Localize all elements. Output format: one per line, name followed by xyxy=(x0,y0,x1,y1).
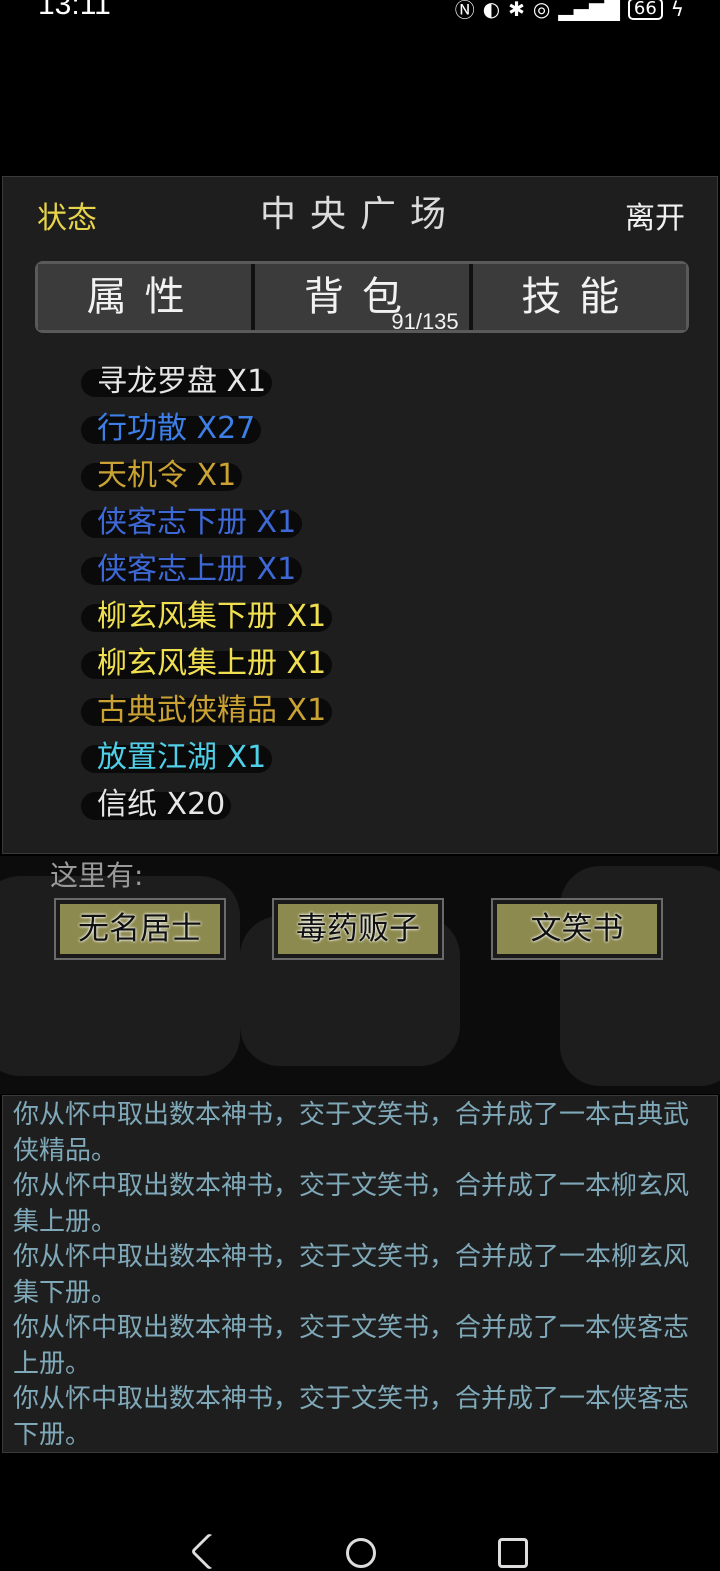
item-label: 天机令 X1 xyxy=(97,458,237,493)
inventory-item[interactable]: 侠客志上册 X1 xyxy=(81,547,326,594)
hotspot-icon: ◎ xyxy=(532,0,551,21)
npc-name: 无名居士 xyxy=(78,911,202,947)
status-bar: 13:11 Ⓝ ◐ ✱ ◎ ▂▄▆█ 66 ϟ xyxy=(0,0,720,24)
nav-bar xyxy=(0,1530,720,1571)
back-icon[interactable] xyxy=(190,1532,229,1571)
item-label: 行功散 X27 xyxy=(97,411,256,446)
log-line: 你从怀中取出数本神书，交于文笑书，合并成了一本古典武侠精品。 xyxy=(13,1100,690,1166)
log-line: 你从怀中取出数本神书，交于文笑书，合并成了一本侠客志上册。 xyxy=(13,1313,690,1379)
tab-label: 属性 xyxy=(86,274,203,320)
signal-icon: ▂▄▆█ xyxy=(558,0,620,21)
item-label: 侠客志上册 X1 xyxy=(97,552,297,587)
tab-attributes[interactable]: 属性 xyxy=(38,264,252,330)
home-icon[interactable] xyxy=(346,1538,376,1568)
inventory-item[interactable]: 古典武侠精品 X1 xyxy=(81,688,332,735)
npc-name: 毒药贩子 xyxy=(296,911,420,947)
npc-button[interactable]: 文笑书 xyxy=(491,898,663,960)
inventory-item[interactable]: 放置江湖 X1 xyxy=(81,735,326,782)
backpack-count: 91/135 xyxy=(391,309,459,334)
main-panel: 状态 中央广场 离开 属性 背包 91/135 技能 寻龙罗盘 X1 行功散 X27… xyxy=(2,176,718,854)
tab-backpack[interactable]: 背包 91/135 xyxy=(251,264,469,334)
item-label: 信纸 X20 xyxy=(97,787,226,822)
item-label: 柳玄风集上册 X1 xyxy=(97,646,327,681)
inventory-item[interactable]: 寻龙罗盘 X1 xyxy=(81,359,326,406)
tab-skills[interactable]: 技能 xyxy=(468,264,686,330)
charging-icon: ϟ xyxy=(670,0,684,21)
item-label: 寻龙罗盘 X1 xyxy=(97,364,267,399)
inventory-item[interactable]: 天机令 X1 xyxy=(81,453,326,500)
inventory-item[interactable]: 侠客志下册 X1 xyxy=(81,500,326,547)
recents-icon[interactable] xyxy=(498,1538,528,1568)
leave-button[interactable]: 离开 xyxy=(625,193,685,237)
tab-bar: 属性 背包 91/135 技能 xyxy=(35,261,689,334)
status-icons: Ⓝ ◐ ✱ ◎ ▂▄▆█ 66 ϟ xyxy=(455,0,684,23)
location-title: 中央广场 xyxy=(259,194,460,235)
npc-button[interactable]: 无名居士 xyxy=(54,898,226,960)
log-line: 你从怀中取出数本神书，交于文笑书，合并成了一本柳玄风集上册。 xyxy=(13,1171,690,1237)
npc-name: 文笑书 xyxy=(530,911,624,947)
item-label: 柳玄风集下册 X1 xyxy=(97,599,327,634)
nfc-icon: Ⓝ xyxy=(454,0,475,22)
inventory-item[interactable]: 柳玄风集下册 X1 xyxy=(81,594,332,641)
npc-area: 这里有: 无名居士 毒药贩子 文笑书 xyxy=(0,856,720,1094)
tab-label: 技能 xyxy=(521,274,638,320)
clock: 13:11 xyxy=(38,0,111,21)
log-line: 你从怀中取出数本神书，交于文笑书，合并成了一本侠客志下册。 xyxy=(13,1384,690,1450)
message-log[interactable]: 你从怀中取出数本神书，交于文笑书，合并成了一本古典武侠精品。 你从怀中取出数本神… xyxy=(2,1095,718,1453)
inventory-item[interactable]: 柳玄风集上册 X1 xyxy=(81,641,332,688)
inventory-item[interactable]: 行功散 X27 xyxy=(81,406,326,453)
inventory-item[interactable]: 信纸 X20 xyxy=(81,782,326,829)
item-label: 放置江湖 X1 xyxy=(97,740,267,775)
dnd-icon: ◐ xyxy=(482,0,501,21)
npc-label: 这里有: xyxy=(50,859,144,892)
npc-button[interactable]: 毒药贩子 xyxy=(272,898,444,960)
inventory-list: 寻龙罗盘 X1 行功散 X27 天机令 X1 侠客志下册 X1 侠客志上册 X1 柳玄风集… xyxy=(81,359,332,829)
item-label: 古典武侠精品 X1 xyxy=(97,693,327,728)
bluetooth-icon: ✱ xyxy=(508,0,525,21)
log-line: 你从怀中取出数本神书，交于文笑书，合并成了一本柳玄风集下册。 xyxy=(13,1242,690,1308)
battery-icon: 66 xyxy=(627,0,663,20)
item-label: 侠客志下册 X1 xyxy=(97,505,297,540)
